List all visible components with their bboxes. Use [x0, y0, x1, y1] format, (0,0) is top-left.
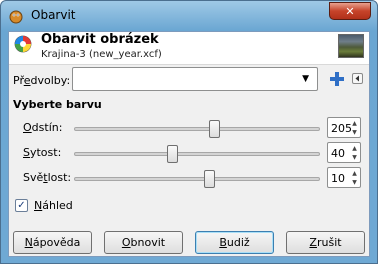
- colorize-icon: [14, 35, 32, 53]
- title-bar[interactable]: Obarvit ✕: [1, 1, 377, 31]
- spin-down-icon[interactable]: ▼: [350, 128, 359, 137]
- saturation-slider-track[interactable]: [74, 152, 320, 156]
- presets-combo[interactable]: ▼: [72, 67, 318, 91]
- ok-button[interactable]: Budiž: [195, 231, 274, 254]
- cancel-button[interactable]: Zrušit: [286, 231, 365, 254]
- spin-up-icon[interactable]: ▲: [350, 119, 359, 128]
- hue-slider-track[interactable]: [74, 127, 320, 131]
- saturation-label: Sytost:: [23, 146, 62, 159]
- presets-label: Předvolby:: [13, 74, 71, 87]
- help-button[interactable]: Nápověda: [13, 231, 92, 254]
- spin-down-icon[interactable]: ▼: [350, 178, 359, 187]
- lightness-value: 10: [331, 172, 345, 185]
- spin-down-icon[interactable]: ▼: [350, 153, 359, 162]
- image-thumbnail: [338, 34, 364, 58]
- check-icon: ✓: [17, 200, 26, 211]
- close-button[interactable]: ✕: [329, 2, 371, 20]
- preview-label[interactable]: Náhled: [34, 199, 73, 212]
- hue-value: 205: [331, 122, 352, 135]
- hue-row: Odstín: 205 ▲ ▼: [9, 117, 369, 139]
- spin-up-icon[interactable]: ▲: [350, 144, 359, 153]
- hue-label: Odstín:: [23, 121, 63, 134]
- lightness-slider-track[interactable]: [74, 177, 320, 181]
- reset-button[interactable]: Obnovit: [104, 231, 183, 254]
- saturation-spinbutton[interactable]: 40 ▲ ▼: [327, 142, 361, 163]
- dialog-title: Obarvit obrázek: [41, 32, 159, 47]
- dialog-window: Obarvit ✕ Obarvit obrázek Krajina-3 (new…: [0, 0, 378, 264]
- saturation-row: Sytost: 40 ▲ ▼: [9, 142, 369, 164]
- chevron-down-icon: ▼: [302, 74, 309, 84]
- window-title: Obarvit: [31, 8, 76, 22]
- dialog-body: Obarvit obrázek Krajina-3 (new_year.xcf)…: [8, 31, 370, 257]
- hue-spinbutton[interactable]: 205 ▲ ▼: [327, 117, 361, 138]
- preview-checkbox[interactable]: ✓: [15, 199, 28, 212]
- section-title: Vyberte barvu: [13, 98, 102, 111]
- add-preset-icon[interactable]: [329, 71, 345, 87]
- saturation-value: 40: [331, 147, 345, 160]
- lightness-slider-handle[interactable]: [203, 170, 215, 188]
- lightness-label: Světlost:: [23, 171, 72, 184]
- image-name: Krajina-3 (new_year.xcf): [41, 49, 162, 60]
- gimp-app-icon: [9, 10, 23, 24]
- lightness-row: Světlost: 10 ▲ ▼: [9, 167, 369, 189]
- presets-menu-button[interactable]: [352, 73, 363, 84]
- saturation-slider-handle[interactable]: [166, 145, 178, 163]
- spin-up-icon[interactable]: ▲: [350, 169, 359, 178]
- hue-slider-handle[interactable]: [208, 120, 220, 138]
- triangle-left-icon: [355, 75, 359, 82]
- dialog-header: Obarvit obrázek Krajina-3 (new_year.xcf): [9, 32, 369, 65]
- close-icon: ✕: [345, 4, 355, 18]
- lightness-spinbutton[interactable]: 10 ▲ ▼: [327, 167, 361, 188]
